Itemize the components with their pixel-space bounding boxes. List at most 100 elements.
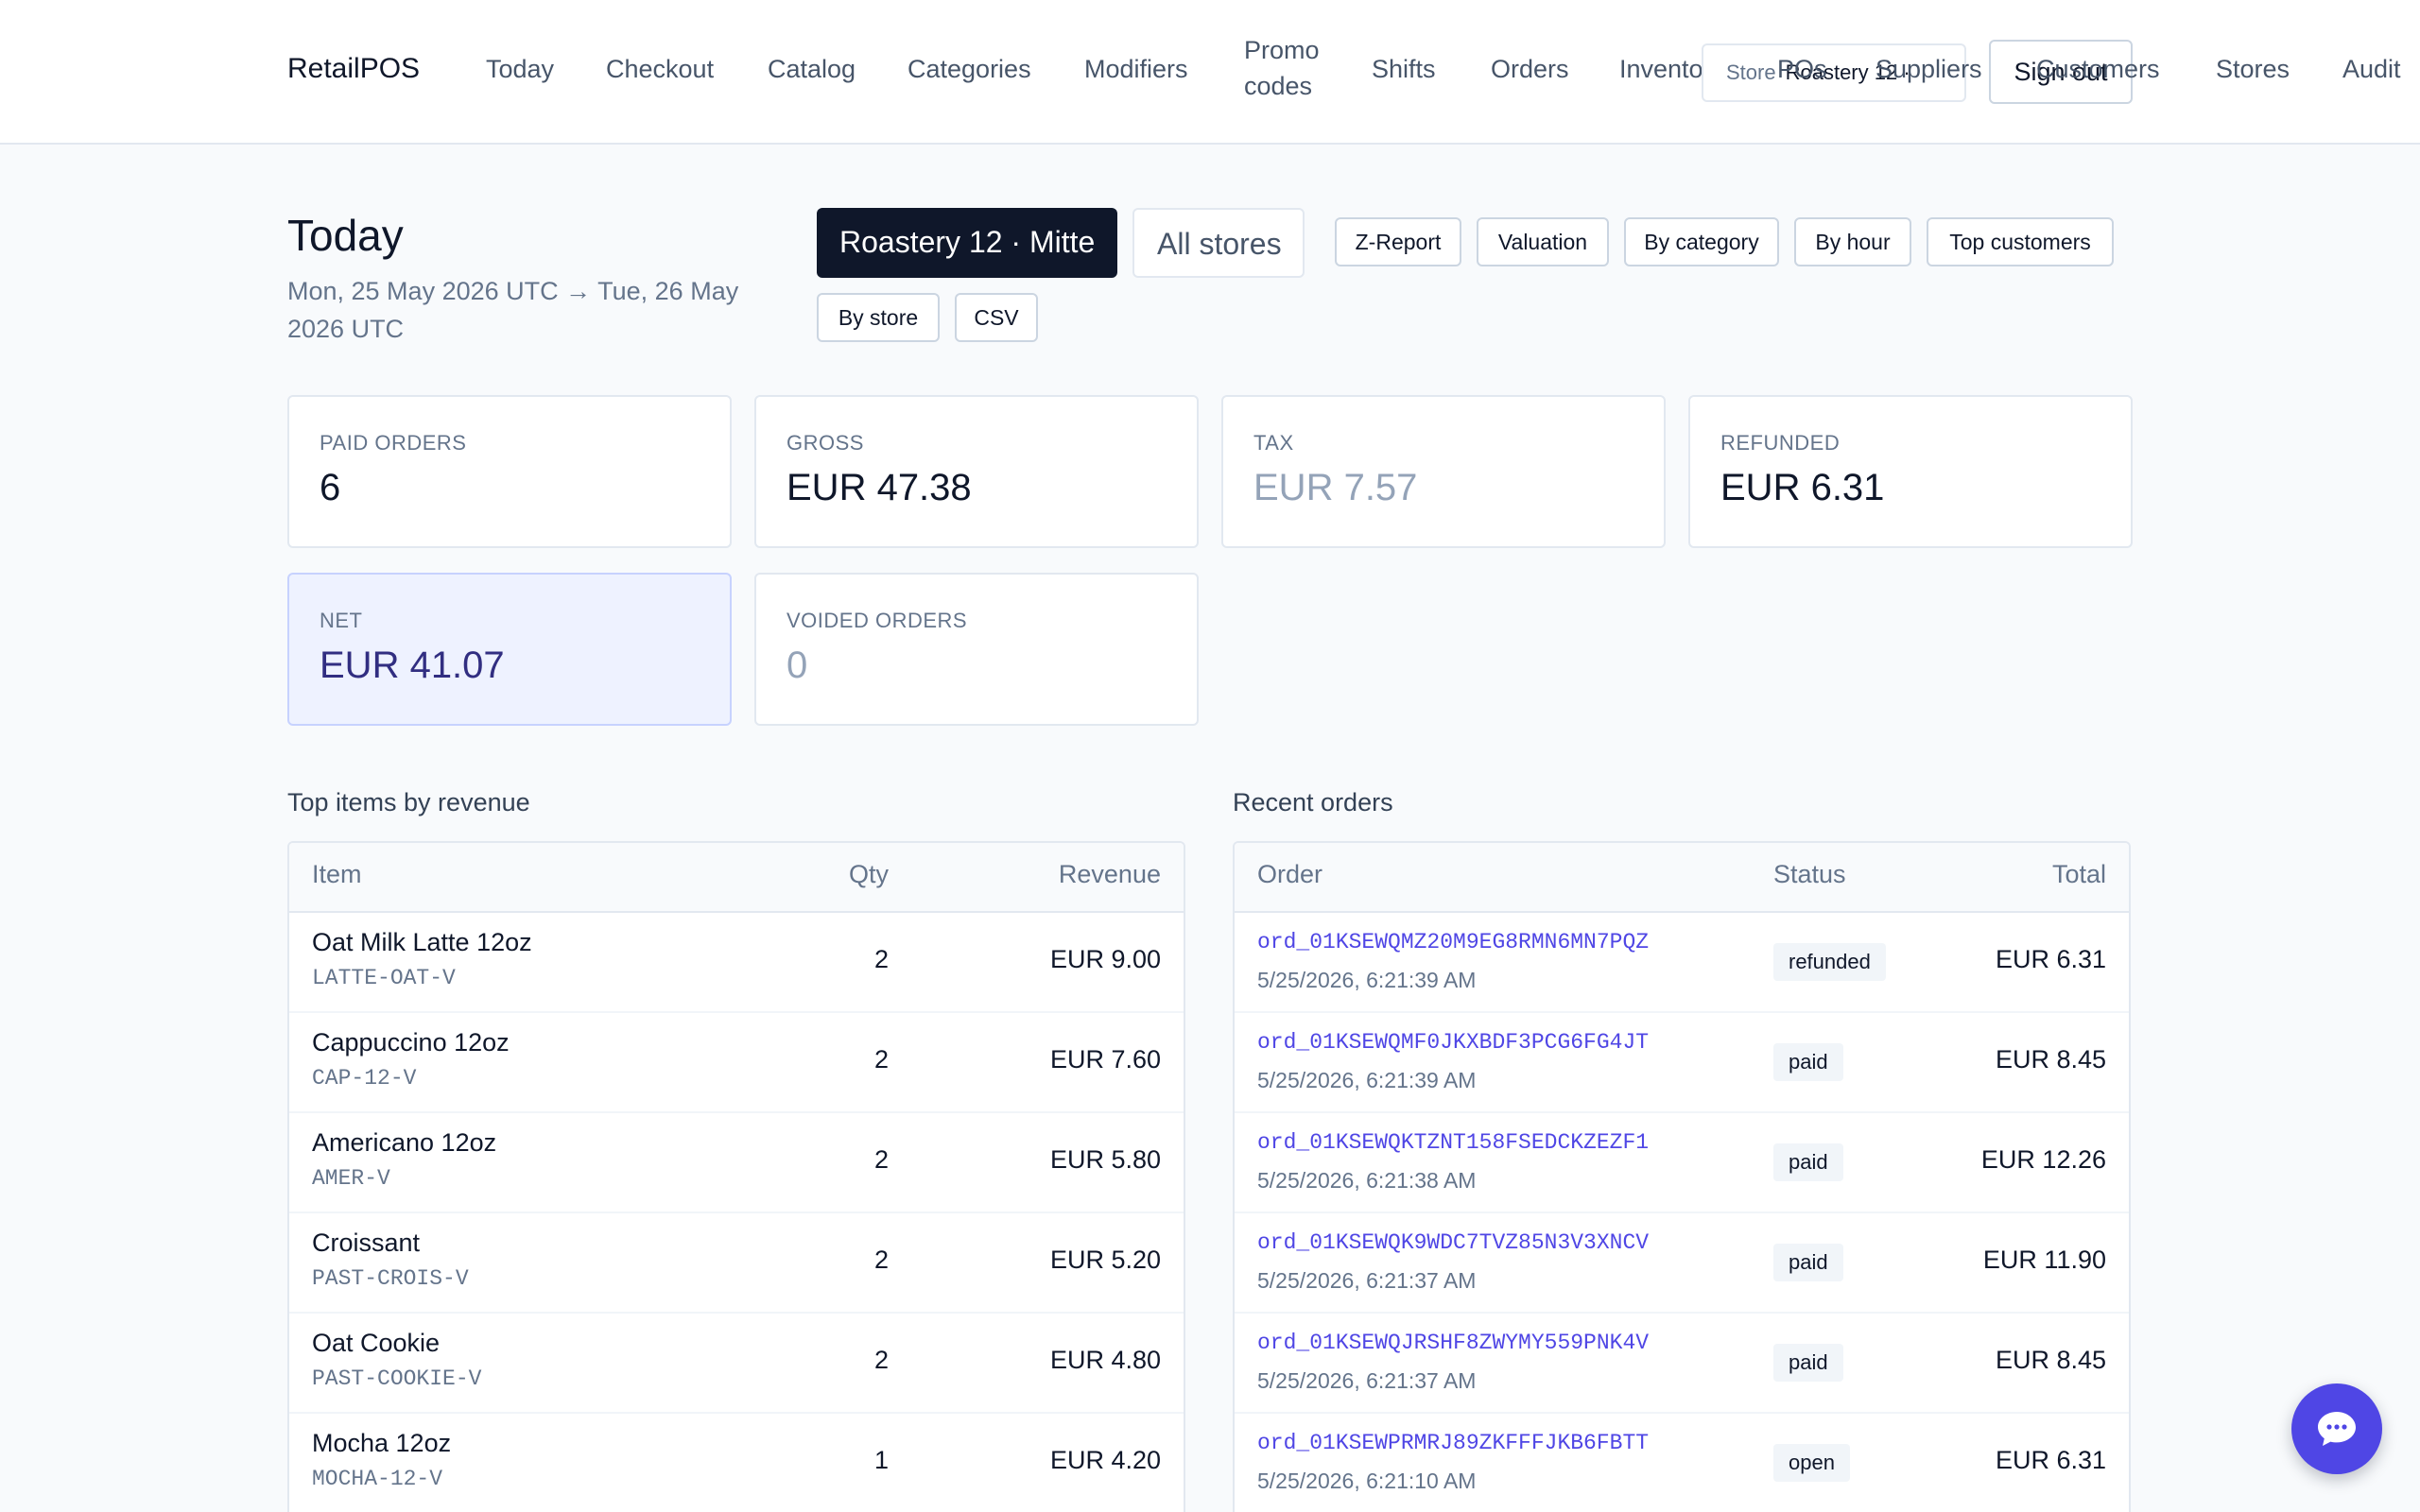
order-time: 5/25/2026, 6:21:39 AM — [1257, 968, 1477, 992]
nav-item-customers[interactable]: Customers — [2036, 51, 2160, 87]
column-header-total[interactable]: Total — [2052, 860, 2106, 889]
nav-item-modifiers[interactable]: Modifiers — [1084, 51, 1188, 87]
item-revenue: EUR 5.20 — [1049, 1246, 1161, 1274]
table-row[interactable]: Mocha 12oz MOCHA-12-V 1 EUR 4.20 — [289, 1414, 1184, 1512]
nav-item-shifts[interactable]: Shifts — [1372, 51, 1436, 87]
item-qty: 2 — [873, 1045, 889, 1074]
nav-item-checkout[interactable]: Checkout — [606, 51, 714, 87]
item-name: Oat Cookie — [312, 1329, 441, 1357]
stat-card-refunded: Refunded EUR 6.31 — [1688, 395, 2133, 548]
table-header: Order Status Total — [1235, 843, 2129, 913]
column-header-item[interactable]: Item — [312, 860, 362, 889]
stat-card-tax: Tax EUR 7.57 — [1221, 395, 1666, 548]
z-report-button[interactable]: Z-Report — [1335, 217, 1461, 266]
by-store-button[interactable]: By store — [817, 293, 940, 342]
status-badge: paid — [1773, 1244, 1843, 1281]
csv-export-button[interactable]: CSV — [955, 293, 1038, 342]
order-total: EUR 8.45 — [1995, 1346, 2106, 1374]
column-header-order[interactable]: Order — [1257, 860, 1322, 889]
top-navigation-bar: RetailPOS Today Checkout Catalog Categor… — [0, 0, 2420, 145]
order-time: 5/25/2026, 6:21:37 AM — [1257, 1368, 1477, 1393]
by-hour-button[interactable]: By hour — [1794, 217, 1911, 266]
by-category-button[interactable]: By category — [1624, 217, 1779, 266]
stat-value: 6 — [320, 467, 341, 508]
table-row[interactable]: Oat Cookie PAST-COOKIE-V 2 EUR 4.80 — [289, 1314, 1184, 1414]
table-row: ord_01KSEWQK9WDC7TVZ85N3V3XNCV 5/25/2026,… — [1235, 1213, 2129, 1314]
nav-item-pos[interactable]: POs — [1777, 51, 1827, 87]
nav-item-audit[interactable]: Audit — [2342, 51, 2401, 87]
stat-label: Refunded — [1720, 431, 1841, 455]
item-sku: MOCHA-12-V — [312, 1467, 443, 1491]
table-row: ord_01KSEWQMZ20M9EG8RMN6MN7PQZ 5/25/2026,… — [1235, 913, 2129, 1013]
nav-item-stores[interactable]: Stores — [2216, 51, 2290, 87]
item-qty: 2 — [873, 1346, 889, 1374]
stat-card-net: Net EUR 41.07 — [287, 573, 732, 726]
order-id-link[interactable]: ord_01KSEWQK9WDC7TVZ85N3V3XNCV — [1257, 1230, 1649, 1255]
item-qty: 2 — [873, 945, 889, 973]
stat-card-paid-orders: Paid orders 6 — [287, 395, 732, 548]
nav-item-suppliers[interactable]: Suppliers — [1876, 51, 1982, 87]
item-revenue: EUR 4.20 — [1049, 1446, 1161, 1474]
top-customers-button[interactable]: Top customers — [1927, 217, 2114, 266]
order-total: EUR 8.45 — [1995, 1045, 2106, 1074]
item-revenue: EUR 5.80 — [1049, 1145, 1161, 1174]
stat-label: Paid orders — [320, 431, 467, 455]
stat-card-voided-orders: Voided orders 0 — [754, 573, 1199, 726]
chat-bubble-icon — [2318, 1412, 2356, 1446]
item-revenue: EUR 9.00 — [1049, 945, 1161, 973]
table-row[interactable]: Cappuccino 12oz CAP-12-V 2 EUR 7.60 — [289, 1013, 1184, 1113]
nav-item-today[interactable]: Today — [486, 51, 554, 87]
store-filter-current[interactable]: Roastery 12 · Mitte — [817, 208, 1117, 278]
nav-item-promo-codes[interactable]: Promo codes — [1244, 32, 1329, 104]
stat-value: EUR 7.57 — [1253, 467, 1418, 508]
table-row[interactable]: Croissant PAST-CROIS-V 2 EUR 5.20 — [289, 1213, 1184, 1314]
column-header-revenue[interactable]: Revenue — [1059, 860, 1161, 889]
nav-item-catalog[interactable]: Catalog — [768, 51, 856, 87]
table-row[interactable]: Americano 12oz AMER-V 2 EUR 5.80 — [289, 1113, 1184, 1213]
column-header-qty[interactable]: Qty — [849, 860, 889, 889]
item-sku: PAST-COOKIE-V — [312, 1366, 482, 1391]
chat-button[interactable] — [2291, 1383, 2382, 1474]
order-total: EUR 11.90 — [1982, 1246, 2106, 1274]
status-badge: open — [1773, 1444, 1850, 1482]
order-id-link[interactable]: ord_01KSEWQMZ20M9EG8RMN6MN7PQZ — [1257, 930, 1649, 954]
table-row: ord_01KSEWPRMRJ89ZKFFFJKB6FBTT 5/25/2026,… — [1235, 1414, 2129, 1512]
status-badge: refunded — [1773, 943, 1886, 981]
store-filter-all[interactable]: All stores — [1132, 208, 1305, 278]
item-sku: PAST-CROIS-V — [312, 1266, 469, 1291]
nav-item-orders[interactable]: Orders — [1491, 51, 1569, 87]
table-row[interactable]: Oat Milk Latte 12oz LATTE-OAT-V 2 EUR 9.00 — [289, 913, 1184, 1013]
order-id-link[interactable]: ord_01KSEWQKTZNT158FSEDCKZEZF1 — [1257, 1130, 1649, 1155]
item-qty: 2 — [873, 1145, 889, 1174]
order-id-link[interactable]: ord_01KSEWQJRSHF8ZWYMY559PNK4V — [1257, 1331, 1649, 1355]
table-row: ord_01KSEWQJRSHF8ZWYMY559PNK4V 5/25/2026,… — [1235, 1314, 2129, 1414]
order-time: 5/25/2026, 6:21:38 AM — [1257, 1168, 1477, 1193]
table-row: ord_01KSEWQMF0JKXBDF3PCG6FG4JT 5/25/2026,… — [1235, 1013, 2129, 1113]
order-total: EUR 12.26 — [1980, 1145, 2106, 1174]
valuation-button[interactable]: Valuation — [1477, 217, 1609, 266]
item-qty: 1 — [873, 1446, 889, 1474]
stat-value: EUR 6.31 — [1720, 467, 1885, 508]
order-total: EUR 6.31 — [1995, 1446, 2106, 1474]
item-sku: AMER-V — [312, 1166, 390, 1191]
stat-value: EUR 41.07 — [320, 644, 505, 686]
item-name: Americano 12oz — [312, 1128, 497, 1157]
table-row: ord_01KSEWQKTZNT158FSEDCKZEZF1 5/25/2026,… — [1235, 1113, 2129, 1213]
order-time: 5/25/2026, 6:21:37 AM — [1257, 1268, 1477, 1293]
stat-label: Net — [320, 609, 363, 632]
store-select-label: Store — [1726, 60, 1776, 84]
order-time: 5/25/2026, 6:21:10 AM — [1257, 1469, 1477, 1493]
nav-item-categories[interactable]: Categories — [908, 51, 1031, 87]
status-badge: paid — [1773, 1344, 1843, 1382]
column-header-status[interactable]: Status — [1773, 860, 1846, 889]
stat-value: EUR 47.38 — [786, 467, 972, 508]
order-id-link[interactable]: ord_01KSEWPRMRJ89ZKFFFJKB6FBTT — [1257, 1431, 1649, 1455]
recent-orders-title: Recent orders — [1233, 788, 1393, 816]
order-id-link[interactable]: ord_01KSEWQMF0JKXBDF3PCG6FG4JT — [1257, 1030, 1649, 1055]
top-items-title: Top items by revenue — [287, 788, 530, 816]
brand-logo[interactable]: RetailPOS — [287, 53, 420, 85]
stat-label: Voided orders — [786, 609, 968, 632]
item-sku: LATTE-OAT-V — [312, 966, 456, 990]
stat-card-gross: Gross EUR 47.38 — [754, 395, 1199, 548]
stat-value: 0 — [786, 644, 808, 686]
